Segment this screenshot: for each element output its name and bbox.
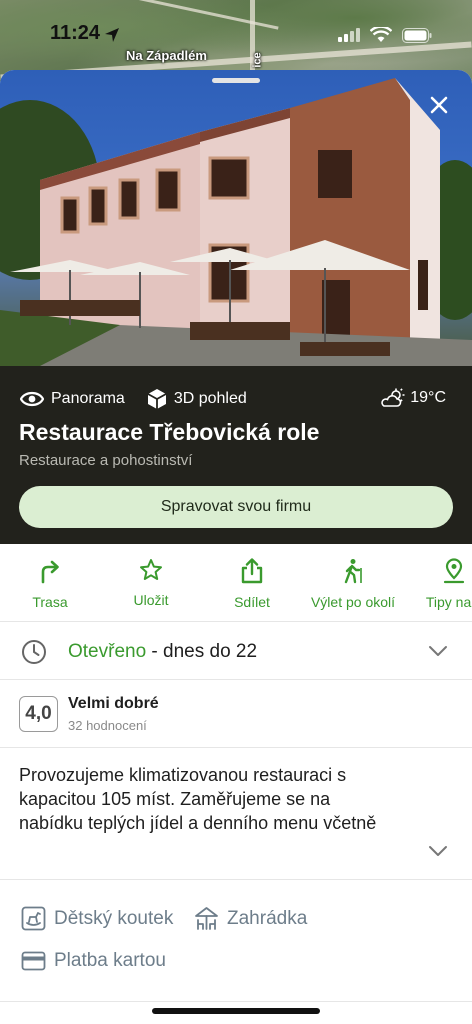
temperature: 19°C [410, 389, 446, 406]
chevron-down-icon[interactable] [428, 644, 448, 658]
description-row[interactable]: Provozujeme klimatizovanou restauraci s … [0, 748, 472, 880]
clock-icon [22, 640, 46, 664]
home-indicator[interactable] [152, 1008, 320, 1014]
sheet-grabber[interactable] [212, 78, 260, 83]
save-label: Uložit [133, 592, 169, 608]
save-action[interactable]: Uložit [101, 558, 201, 608]
hiker-icon [344, 559, 362, 584]
restaurant-building-image [0, 78, 472, 366]
share-label: Sdílet [234, 594, 270, 610]
feature-kids-corner: Dětský koutek [21, 906, 173, 931]
view-chips: Panorama 3D pohled [20, 388, 247, 410]
battery-icon [402, 27, 432, 43]
feature-card-payment: Platba kartou [21, 950, 166, 972]
tips-action[interactable]: Tipy na v [404, 558, 472, 610]
weather-indicator[interactable]: 19°C [380, 388, 446, 408]
opening-hours-row[interactable]: Otevřeno - dnes do 22 [0, 622, 472, 680]
cellular-signal-icon [338, 28, 360, 42]
trip-action[interactable]: Výlet po okolí [303, 558, 403, 610]
place-header-panel: Panorama 3D pohled 19°C Restaurace Třebo… [0, 366, 472, 544]
route-action[interactable]: Trasa [0, 558, 100, 610]
cube-icon [147, 389, 167, 409]
action-bar: Trasa Uložit Sdílet Výlet po okolí Tipy … [0, 544, 472, 622]
garden-label: Zahrádka [227, 907, 308, 929]
share-action[interactable]: Sdílet [202, 558, 302, 610]
card-payment-label: Platba kartou [54, 950, 166, 971]
panorama-label: Panorama [51, 390, 125, 407]
credit-card-icon [21, 951, 46, 971]
features-section: Dětský koutek Zahrádka Platba kartou [0, 880, 472, 1002]
star-icon [140, 559, 162, 580]
feature-garden: Zahrádka [194, 906, 307, 931]
location-arrow-icon [105, 28, 119, 42]
map-street-label: Na Západlém [126, 48, 207, 63]
rocking-horse-icon [21, 906, 46, 931]
chevron-down-icon[interactable] [428, 844, 448, 858]
status-indicators [338, 27, 432, 43]
status-time: 11:24 [50, 22, 101, 44]
rating-label: Velmi dobré [68, 695, 159, 712]
place-photo[interactable] [0, 70, 472, 366]
garden-umbrella-icon [195, 907, 218, 930]
rating-row[interactable]: 4,0 Velmi dobré 32 hodnocení [0, 680, 472, 748]
hours-detail: - dnes do 22 [146, 641, 258, 662]
close-icon[interactable] [428, 94, 450, 116]
route-arrow-icon [41, 560, 59, 584]
rating-count: 32 hodnocení [68, 718, 147, 733]
map-pin-icon [443, 558, 465, 584]
view3d-chip[interactable]: 3D pohled [147, 388, 247, 410]
tips-label: Tipy na v [425, 594, 472, 610]
map-side-label: ice [251, 52, 264, 68]
share-icon [241, 558, 263, 584]
place-title: Restaurace Třebovická role [19, 419, 320, 445]
description-text: Provozujeme klimatizovanou restauraci s … [19, 765, 377, 833]
manage-business-button[interactable]: Spravovat svou firmu [19, 486, 453, 528]
view3d-label: 3D pohled [173, 390, 247, 407]
rating-score: 4,0 [19, 696, 58, 732]
kids-corner-label: Dětský koutek [54, 907, 174, 929]
place-category: Restaurace a pohostinství [19, 452, 193, 469]
open-status: Otevřeno [68, 641, 147, 662]
route-label: Trasa [32, 594, 68, 610]
panorama-chip[interactable]: Panorama [20, 390, 125, 408]
eye-icon [20, 391, 44, 407]
place-detail-sheet: Panorama 3D pohled 19°C Restaurace Třebo… [0, 70, 472, 1024]
trip-label: Výlet po okolí [310, 594, 396, 610]
partly-cloudy-icon [381, 388, 405, 407]
hours-text: Otevřeno - dnes do 22 [68, 641, 257, 663]
wifi-icon [370, 27, 392, 42]
